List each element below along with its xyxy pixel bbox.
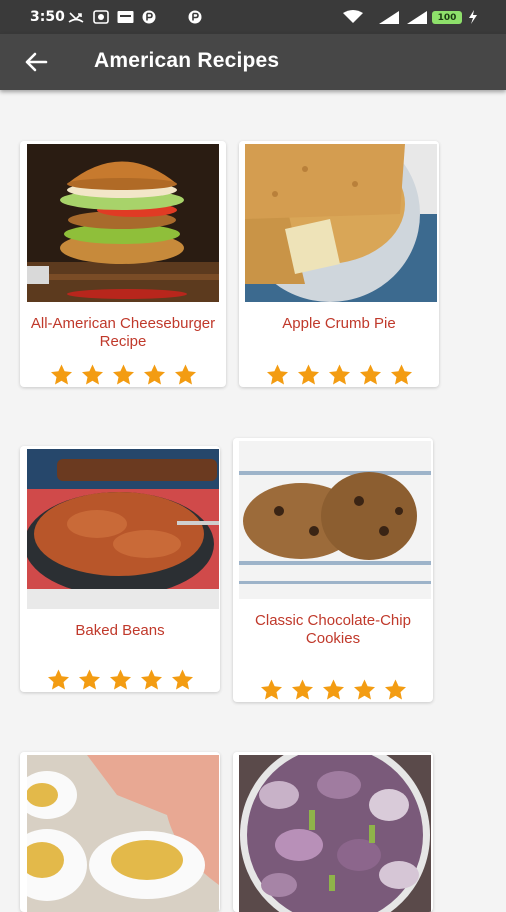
recipe-card-cheeseburger[interactable]: All-American Cheeseburger Recipe <box>20 141 226 387</box>
star-icon <box>259 678 284 702</box>
news-icon <box>117 10 134 24</box>
star-icon <box>327 363 352 387</box>
recipe-image-deviled-eggs <box>27 755 219 912</box>
recipe-image-apple-crumb-pie <box>245 144 437 302</box>
star-icon <box>265 363 290 387</box>
recipe-title: Apple Crumb Pie <box>282 315 396 332</box>
wifi-icon <box>342 10 364 24</box>
recipe-card-apple-crumb-pie[interactable]: Apple Crumb Pie <box>239 141 439 387</box>
recipe-title: Baked Beans <box>75 622 165 639</box>
recipe-card-deviled-eggs[interactable] <box>20 752 220 912</box>
signal-icon <box>375 10 399 24</box>
star-icon <box>142 363 167 387</box>
battery-icon: 100 <box>432 11 462 24</box>
star-icon <box>296 363 321 387</box>
star-icon <box>173 363 198 387</box>
arrow-left-icon <box>25 52 48 72</box>
star-icon <box>77 668 102 692</box>
recipe-title: All-American Cheeseburger Recipe <box>30 315 216 350</box>
recipe-card-potato-salad[interactable] <box>233 752 433 912</box>
app-p-icon-2 <box>188 10 202 24</box>
page-title: American Recipes <box>94 49 280 72</box>
star-icon <box>389 363 414 387</box>
rating-stars <box>20 668 220 692</box>
star-icon <box>352 678 377 702</box>
star-icon <box>139 668 164 692</box>
star-icon <box>111 363 136 387</box>
rating-stars <box>239 363 439 387</box>
status-bar: 3:50 100 <box>0 0 506 34</box>
star-icon <box>290 678 315 702</box>
recipe-card-baked-beans[interactable]: Baked Beans <box>20 446 220 692</box>
recipe-image-baked-beans <box>27 449 219 609</box>
recipe-title: Classic Chocolate-Chip Cookies <box>255 612 411 647</box>
rating-stars <box>20 363 226 387</box>
star-icon <box>383 678 408 702</box>
app-p-icon <box>142 10 156 24</box>
star-icon <box>46 668 71 692</box>
star-icon <box>108 668 133 692</box>
missed-call-icon <box>68 10 84 24</box>
back-button[interactable] <box>18 46 54 78</box>
app-bar: American Recipes <box>0 34 506 90</box>
charging-icon <box>468 10 478 24</box>
screenshot-icon <box>93 10 109 24</box>
rating-stars <box>233 678 433 702</box>
star-icon <box>49 363 74 387</box>
status-time: 3:50 <box>30 9 65 25</box>
recipe-image-chocolate-chip-cookies <box>239 441 431 599</box>
recipe-image-potato-salad <box>239 755 431 912</box>
star-icon <box>170 668 195 692</box>
star-icon <box>80 363 105 387</box>
recipe-card-chocolate-chip-cookies[interactable]: Classic Chocolate-Chip Cookies <box>233 438 433 702</box>
star-icon <box>321 678 346 702</box>
recipe-image-cheeseburger <box>27 144 219 302</box>
star-icon <box>358 363 383 387</box>
signal-icon-2 <box>405 10 427 24</box>
